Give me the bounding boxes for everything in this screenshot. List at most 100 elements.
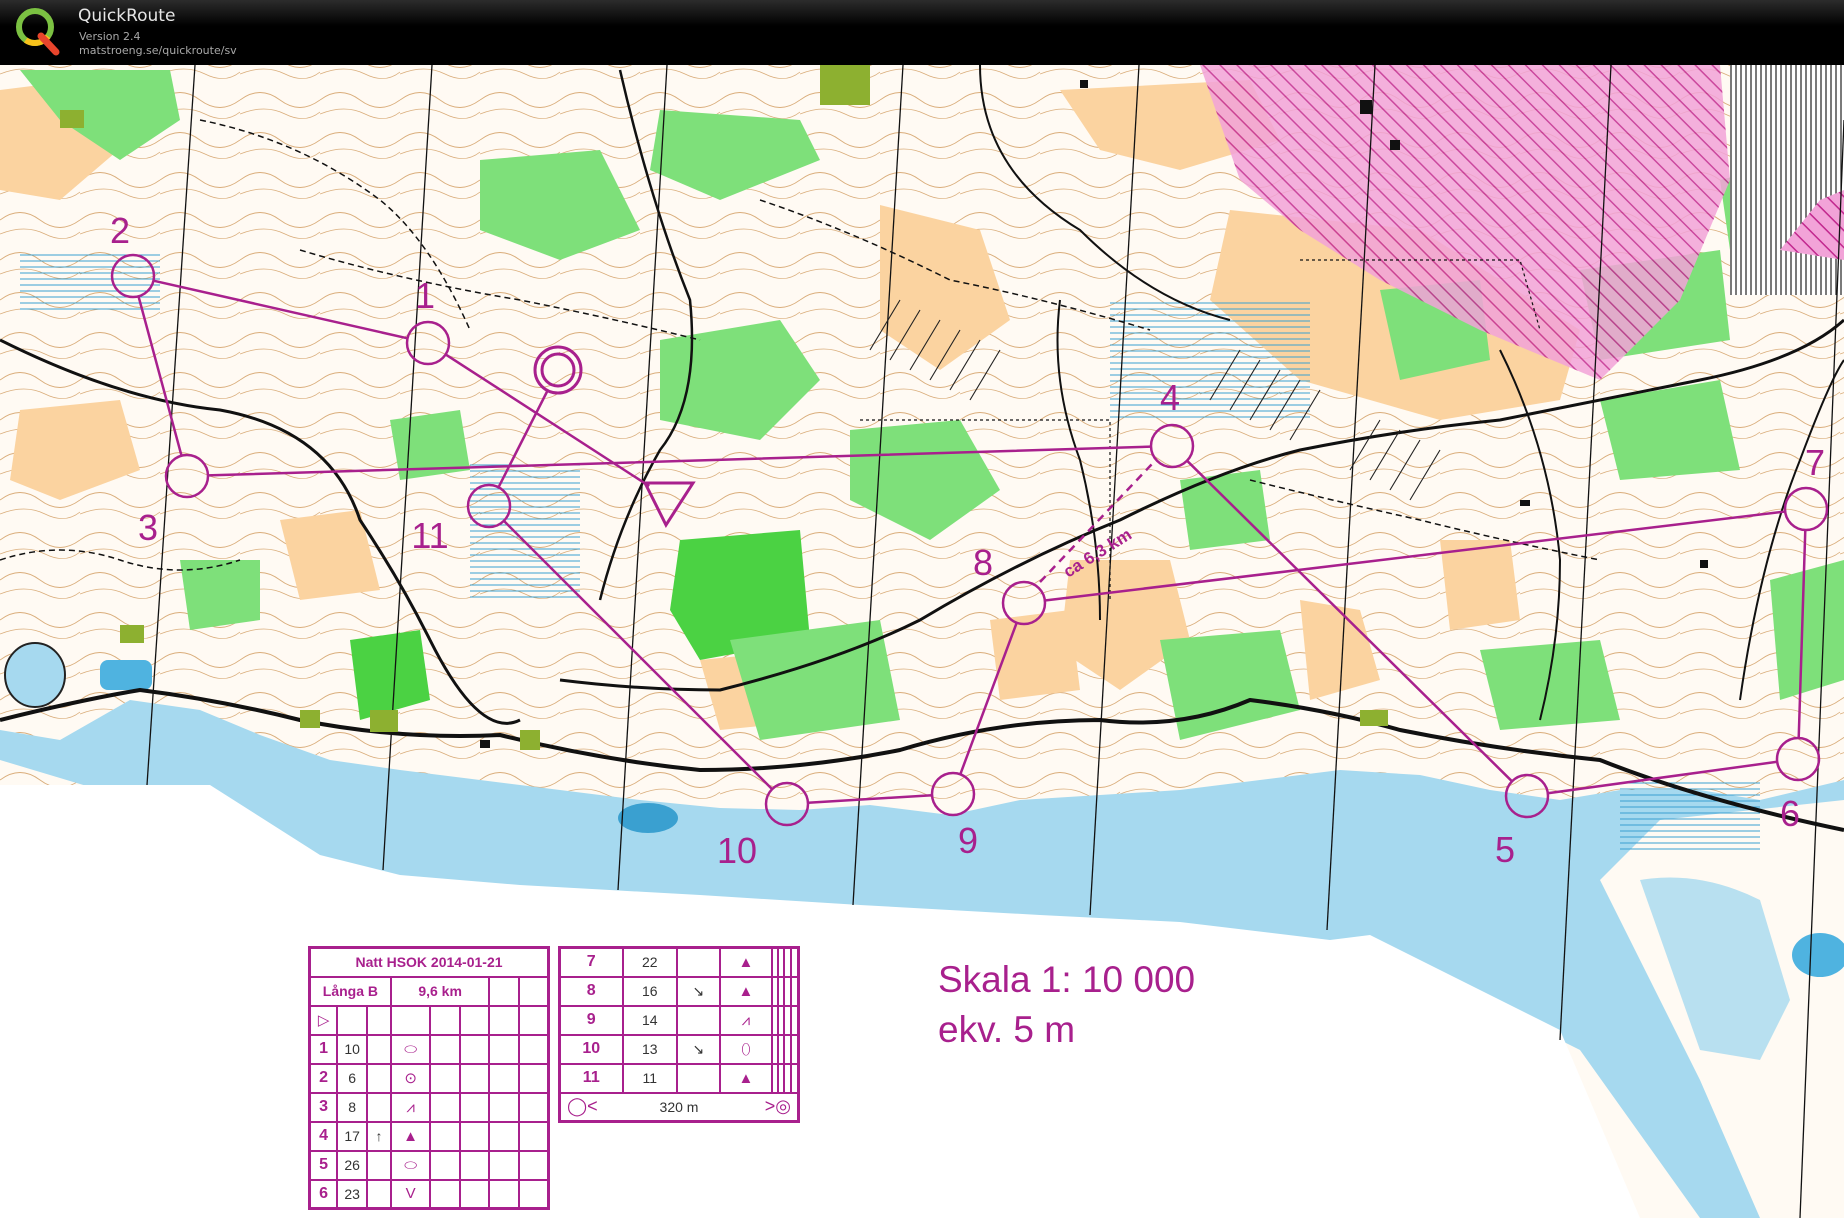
control-feature-symbol: ▲ — [389, 1120, 432, 1152]
finish-distance: 320 m — [659, 1098, 699, 1115]
control-code: 6 — [336, 1062, 369, 1094]
control-feature-symbol: V — [389, 1178, 432, 1210]
control-number: 11 — [558, 1062, 624, 1094]
control-direction — [366, 1091, 392, 1123]
control-number: 8 — [558, 975, 624, 1007]
map-canvas: 1234567891011 ca 6,3 km — [0, 65, 1844, 1218]
description-row: 6 23 V — [308, 1178, 550, 1210]
control-number: 2 — [308, 1062, 339, 1094]
control-number-7: 7 — [1805, 442, 1825, 483]
control-direction: ↘ — [676, 975, 721, 1007]
empty-cell — [488, 1149, 520, 1181]
control-feature-symbol: ⩘ — [389, 1091, 432, 1123]
control-code: 13 — [621, 1033, 679, 1065]
control-number-11: 11 — [411, 515, 448, 556]
control-code: 14 — [621, 1004, 679, 1036]
empty-cell — [488, 1178, 520, 1210]
control-direction — [676, 1004, 721, 1036]
control-feature-symbol: ⬭ — [389, 1033, 432, 1065]
course-name: Långa B — [308, 975, 392, 1007]
empty-cell — [789, 946, 800, 978]
control-number-9: 9 — [958, 820, 978, 861]
description-row: 10 13 ↘ ⬯ — [558, 1033, 800, 1065]
control-code: 8 — [336, 1091, 369, 1123]
control-description-sheet-2: 7 22 ▲ 8 16 ↘ ▲ 9 14 ⩘ 10 13 ↘ ⬯ 11 11 ▲ ◯< 320 m >◎ — [558, 946, 800, 1123]
empty-cell — [517, 1033, 550, 1065]
empty-cell — [517, 1062, 550, 1094]
control-direction: ↘ — [676, 1033, 721, 1065]
description-row: 4 17 ↑ ▲ — [308, 1120, 550, 1152]
control-number: 9 — [558, 1004, 624, 1036]
orienteering-map[interactable]: 1 2 3 4 5 6 7 8 9 10 11 ca 6,3 km — [0, 65, 1844, 1218]
app-header: QuickRoute Version 2.4 matstroeng.se/qui… — [0, 0, 1844, 65]
control-number-3: 3 — [138, 507, 158, 548]
control-number: 5 — [308, 1149, 339, 1181]
description-row: 2 6 ⊙ — [308, 1062, 550, 1094]
empty-cell — [488, 1120, 520, 1152]
empty-cell — [458, 1062, 491, 1094]
control-description-sheet: Natt HSOK 2014-01-21 Långa B 9,6 km ▷ 11… — [308, 946, 550, 1210]
control-code: 10 — [336, 1033, 369, 1065]
control-number-5: 5 — [1495, 829, 1515, 870]
control-number: 1 — [308, 1033, 339, 1065]
empty-cell — [429, 1149, 461, 1181]
control-direction: ↑ — [366, 1120, 392, 1152]
empty-cell — [429, 1062, 461, 1094]
app-version: Version 2.4 — [79, 30, 141, 43]
empty-cell — [458, 1033, 491, 1065]
control-number: 3 — [308, 1091, 339, 1123]
control-code: 11 — [621, 1062, 679, 1094]
description-row: 9 14 ⩘ — [558, 1004, 800, 1036]
empty-cell — [789, 1004, 800, 1036]
control-number-4: 4 — [1160, 377, 1180, 418]
control-direction — [676, 1062, 721, 1094]
scale-info: Skala 1: 10 000 ekv. 5 m — [938, 955, 1195, 1055]
empty-cell — [789, 1062, 800, 1094]
start-symbol: ▷ — [308, 1004, 339, 1036]
empty-cell — [429, 1120, 461, 1152]
app-title: QuickRoute — [78, 6, 176, 26]
finish-end-icon: >◎ — [764, 1095, 791, 1116]
description-row: 5 26 ⬭ — [308, 1149, 550, 1181]
control-direction — [366, 1062, 392, 1094]
control-code: 26 — [336, 1149, 369, 1181]
empty-cell — [488, 1091, 520, 1123]
empty-cell — [789, 1033, 800, 1065]
restricted-area — [1730, 65, 1844, 295]
empty-cell — [458, 1120, 491, 1152]
empty-cell — [429, 1033, 461, 1065]
control-direction — [676, 946, 721, 978]
empty-cell — [488, 1062, 520, 1094]
control-number-6: 6 — [1780, 793, 1800, 834]
empty-cell — [517, 1178, 550, 1210]
empty-cell — [517, 1149, 550, 1181]
control-feature-symbol: ⬭ — [389, 1149, 432, 1181]
control-feature-symbol: ⬯ — [718, 1033, 774, 1065]
description-row: 7 22 ▲ — [558, 946, 800, 978]
control-feature-symbol: ▲ — [718, 975, 774, 1007]
control-code: 23 — [336, 1178, 369, 1210]
empty-cell — [789, 975, 800, 1007]
control-feature-symbol: ▲ — [718, 1062, 774, 1094]
control-feature-symbol: ⊙ — [389, 1062, 432, 1094]
control-code: 17 — [336, 1120, 369, 1152]
empty-cell — [458, 1091, 491, 1123]
description-row: 3 8 ⩘ — [308, 1091, 550, 1123]
empty-cell — [458, 1178, 491, 1210]
empty-cell — [488, 1033, 520, 1065]
event-title: Natt HSOK 2014-01-21 — [308, 946, 550, 978]
empty-cell — [429, 1091, 461, 1123]
description-row: 11 11 ▲ — [558, 1062, 800, 1094]
control-number: 6 — [308, 1178, 339, 1210]
description-row: 1 10 ⬭ — [308, 1033, 550, 1065]
control-code: 16 — [621, 975, 679, 1007]
control-number: 7 — [558, 946, 624, 978]
empty-cell — [429, 1178, 461, 1210]
control-number-1: 1 — [415, 275, 435, 316]
quickroute-logo-icon — [16, 8, 60, 56]
control-direction — [366, 1149, 392, 1181]
empty-cell — [517, 1120, 550, 1152]
app-url[interactable]: matstroeng.se/quickroute/sv — [79, 44, 237, 57]
control-direction — [366, 1033, 392, 1065]
finish-start-icon: ◯< — [567, 1095, 598, 1116]
